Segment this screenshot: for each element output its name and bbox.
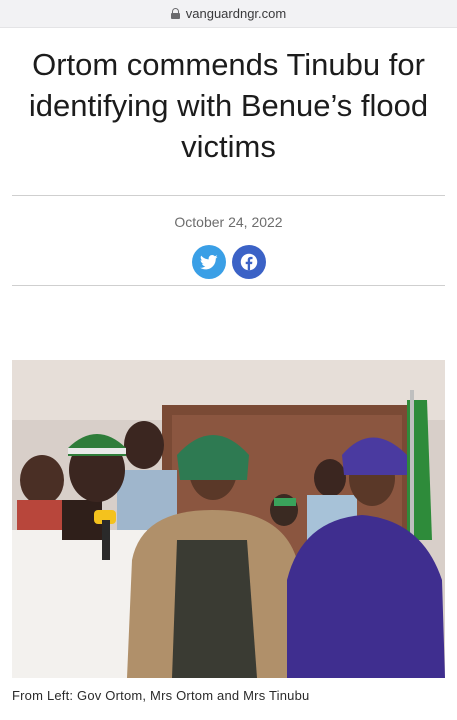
browser-url-bar[interactable]: vanguardngr.com [0,0,457,28]
url-text: vanguardngr.com [185,6,287,21]
divider-top [12,195,445,196]
divider-bottom [12,285,445,286]
twitter-bird-icon [199,254,218,269]
url-display[interactable]: vanguardngr.com [170,6,287,21]
facebook-share-button[interactable] [231,245,266,279]
share-buttons [0,245,457,279]
article-headline: Ortom commends Tinubu for identifying wi… [28,47,429,164]
twitter-share-button[interactable] [191,245,226,279]
photo-illustration [12,360,445,678]
article-photo [12,360,445,678]
photo-caption: From Left: Gov Ortom, Mrs Ortom and Mrs … [12,688,310,703]
article-date: October 24, 2022 [174,214,283,230]
lock-icon [170,8,180,19]
facebook-f-icon [240,253,257,271]
